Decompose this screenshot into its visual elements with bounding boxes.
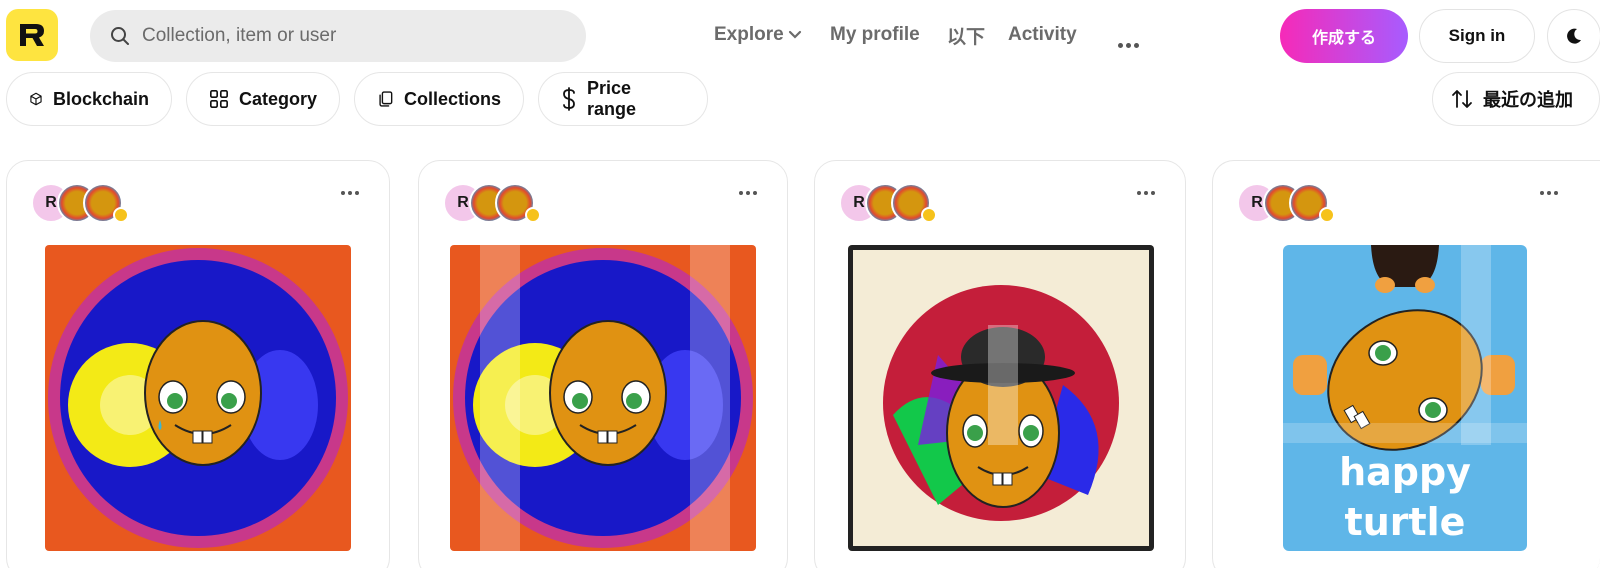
filter-blockchain[interactable]: Blockchain	[6, 72, 172, 126]
art-text-turtle: turtle	[1345, 500, 1466, 544]
more-dot-icon	[1126, 42, 1131, 48]
verified-badge-icon	[1319, 207, 1335, 223]
nft-artwork[interactable]	[45, 245, 351, 551]
create-button-label: 作成する	[1311, 30, 1376, 47]
sign-in-label: Sign in	[1448, 26, 1506, 45]
nft-card[interactable]: R	[814, 160, 1186, 568]
avatar-letter: R	[1251, 194, 1263, 211]
grid-icon	[209, 90, 228, 108]
search-bar[interactable]	[90, 10, 586, 62]
sign-in-button[interactable]: Sign in	[1419, 9, 1535, 63]
more-dot-icon	[1547, 191, 1551, 195]
theme-toggle-button[interactable]	[1547, 9, 1600, 63]
nav-more-jp[interactable]: 以下	[947, 20, 985, 50]
more-dot-icon	[746, 191, 750, 195]
more-dot-icon	[1554, 191, 1558, 195]
moon-icon	[1567, 28, 1581, 44]
card-avatars: R	[443, 183, 563, 223]
nft-artwork[interactable]	[848, 245, 1154, 551]
turtle-bowler-hat-artwork	[848, 245, 1154, 551]
card-menu-button[interactable]	[1137, 191, 1155, 195]
nft-card[interactable]: R happy turtle	[1212, 160, 1600, 568]
avatar-letter: R	[457, 194, 469, 211]
avatar-letter: R	[853, 194, 865, 211]
filter-collections-label: Collections	[403, 88, 501, 109]
turtle-sun-artwork	[45, 245, 351, 551]
happy-turtle-artwork: happy turtle	[1283, 245, 1527, 551]
nft-artwork[interactable]	[450, 245, 756, 551]
filter-collections[interactable]: Collections	[354, 72, 524, 126]
more-dot-icon	[1134, 42, 1139, 48]
cube-icon	[30, 92, 42, 106]
filter-blockchain-label: Blockchain	[52, 88, 149, 109]
art-text-happy: happy	[1339, 450, 1471, 494]
nav-activity[interactable]: Activity	[1008, 20, 1077, 50]
card-avatars: R	[1237, 183, 1357, 223]
nav-my-profile-label: My profile	[830, 24, 920, 45]
more-dot-icon	[1144, 191, 1148, 195]
filter-category[interactable]: Category	[186, 72, 340, 126]
nav-my-profile[interactable]: My profile	[830, 20, 920, 50]
search-input[interactable]	[142, 25, 562, 47]
sort-arrows-icon	[1452, 90, 1472, 108]
top-navbar: Explore My profile 以下 Activity 作成する Sign…	[0, 0, 1600, 70]
filter-category-label: Category	[238, 88, 317, 109]
filter-price-range[interactable]: Price range	[538, 72, 708, 126]
turtle-sun-artwork	[450, 245, 756, 551]
search-icon	[111, 27, 129, 45]
nft-card[interactable]: R	[6, 160, 390, 568]
more-dot-icon	[341, 191, 345, 195]
card-menu-button[interactable]	[739, 191, 757, 195]
card-avatars: R	[839, 183, 959, 223]
nft-card[interactable]: R	[418, 160, 788, 568]
nav-explore-label: Explore	[714, 24, 784, 45]
logo-r-icon	[20, 24, 44, 46]
filter-price-range-label: Price range	[586, 78, 637, 119]
avatar-letter: R	[45, 194, 57, 211]
verified-badge-icon	[921, 207, 937, 223]
collections-icon	[379, 91, 393, 107]
dollar-icon	[563, 87, 575, 111]
verified-badge-icon	[525, 207, 541, 223]
create-button[interactable]: 作成する	[1280, 9, 1408, 63]
more-dot-icon	[1151, 191, 1155, 195]
more-dot-icon	[753, 191, 757, 195]
verified-badge-icon	[113, 207, 129, 223]
more-dot-icon	[1118, 42, 1123, 48]
more-dot-icon	[739, 191, 743, 195]
sort-label: 最近の追加	[1483, 90, 1573, 110]
more-dot-icon	[355, 191, 359, 195]
sort-dropdown[interactable]: 最近の追加	[1432, 72, 1600, 126]
chevron-down-icon	[788, 30, 801, 39]
card-avatars: R	[31, 183, 151, 223]
nav-more-jp-label: 以下	[947, 26, 986, 48]
nft-artwork[interactable]: happy turtle	[1283, 245, 1527, 551]
nav-explore[interactable]: Explore	[714, 20, 802, 50]
card-menu-button[interactable]	[1540, 191, 1558, 195]
more-dot-icon	[1137, 191, 1141, 195]
card-menu-button[interactable]	[341, 191, 359, 195]
more-dot-icon	[1540, 191, 1544, 195]
nav-activity-label: Activity	[1008, 24, 1077, 45]
rarible-logo[interactable]	[6, 9, 58, 61]
more-dot-icon	[348, 191, 352, 195]
nav-more-button[interactable]	[1118, 30, 1139, 60]
